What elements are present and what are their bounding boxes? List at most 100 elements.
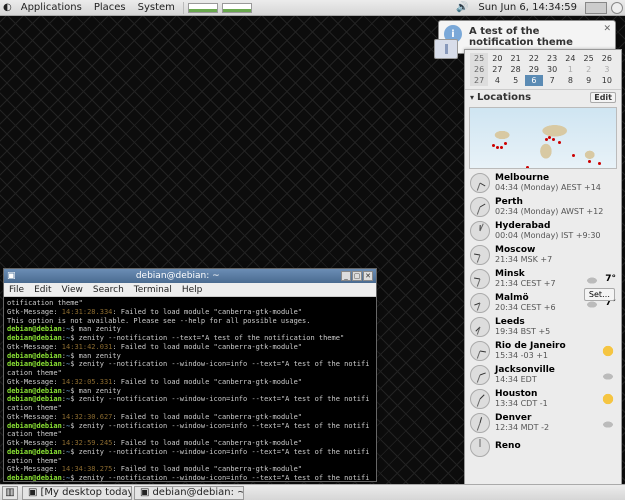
terminal-menu-search[interactable]: Search	[88, 283, 129, 296]
volume-icon[interactable]: 🔊	[456, 2, 468, 14]
calendar-cell[interactable]: 25	[580, 53, 598, 64]
calendar-cell[interactable]: 21	[507, 53, 525, 64]
location-text: Reno	[495, 442, 616, 452]
location-time: 12:34 MDT -2	[495, 424, 595, 433]
location-time: 04:34 (Monday) AEST +14	[495, 184, 616, 193]
location-list: Melbourne04:34 (Monday) AEST +14 Perth02:…	[465, 171, 621, 488]
menu-system[interactable]: System	[132, 0, 181, 15]
calendar-cell[interactable]: 7	[543, 75, 561, 86]
calendar-cell[interactable]: 9	[580, 75, 598, 86]
calendar-cell[interactable]: 20	[488, 53, 506, 64]
clock-face-icon	[470, 221, 490, 241]
map-location-dot[interactable]	[552, 138, 555, 141]
calendar-cell[interactable]: 29	[525, 64, 543, 75]
clock-face-icon	[470, 437, 490, 457]
system-monitor-applet-2[interactable]	[222, 3, 252, 13]
edit-locations-button[interactable]: Edit	[590, 92, 616, 103]
location-row[interactable]: Moscow21:34 MSK +7	[465, 243, 621, 267]
system-monitor-applet[interactable]	[188, 3, 218, 13]
taskbar-item[interactable]: ▣[My desktop today - Mu…	[22, 486, 132, 500]
map-location-dot[interactable]	[500, 146, 503, 149]
calendar-cell[interactable]: 24	[561, 53, 579, 64]
map-location-dot[interactable]	[548, 136, 551, 139]
location-text: Perth02:34 (Monday) AWST +12	[495, 198, 616, 217]
calendar-cell[interactable]: 27	[470, 75, 488, 86]
map-location-dot[interactable]	[588, 160, 591, 163]
calendar-cell[interactable]: 26	[598, 53, 616, 64]
location-row[interactable]: Hyderabad00:04 (Monday) IST +9:30	[465, 219, 621, 243]
terminal-menu-view[interactable]: View	[57, 283, 88, 296]
location-text: Houston13:34 CDT -1	[495, 390, 595, 409]
map-location-dot[interactable]	[496, 146, 499, 149]
menu-applications[interactable]: Applications	[15, 0, 88, 15]
location-time: 21:34 MSK +7	[495, 256, 616, 265]
terminal-menu-file[interactable]: File	[4, 283, 29, 296]
map-location-dot[interactable]	[530, 168, 533, 169]
maximize-button[interactable]: ▢	[352, 271, 362, 281]
calendar[interactable]: 252021222324252626272829301232745678910	[465, 50, 621, 89]
calendar-cell[interactable]: 6	[525, 75, 543, 86]
taskbar-item[interactable]: ▣debian@debian: ~	[134, 486, 244, 500]
close-button[interactable]: ✕	[363, 271, 373, 281]
map-location-dot[interactable]	[558, 141, 561, 144]
calendar-cell[interactable]: 3	[598, 64, 616, 75]
close-icon[interactable]: ✕	[603, 24, 611, 34]
location-row[interactable]: Perth02:34 (Monday) AWST +12	[465, 195, 621, 219]
map-location-dot[interactable]	[492, 144, 495, 147]
calendar-cell[interactable]: 5	[507, 75, 525, 86]
location-row[interactable]: Rio de Janeiro15:34 -03 +1	[465, 339, 621, 363]
calendar-cell[interactable]: 23	[543, 53, 561, 64]
notification-title: A test of the notification theme	[469, 26, 573, 48]
calendar-cell[interactable]: 2	[580, 64, 598, 75]
location-time: 00:04 (Monday) IST +9:30	[495, 232, 616, 241]
window-titlebar[interactable]: ▣ debian@debian: ~ _ ▢ ✕	[4, 269, 376, 283]
map-location-dot[interactable]	[572, 154, 575, 157]
calendar-cell[interactable]: 1	[561, 64, 579, 75]
gnome-foot-icon: ◐	[0, 2, 15, 13]
terminal-menu-help[interactable]: Help	[177, 283, 208, 296]
clock-applet[interactable]: Sun Jun 6, 14:34:59	[472, 2, 583, 13]
calendar-cell[interactable]: 30	[543, 64, 561, 75]
calendar-cell[interactable]: 8	[561, 75, 579, 86]
clock-face-icon	[470, 317, 490, 337]
clock-face-icon	[470, 365, 490, 385]
calendar-cell[interactable]: 26	[470, 64, 488, 75]
map-location-dot[interactable]	[504, 142, 507, 145]
weather-sun-icon	[600, 343, 616, 359]
calendar-cell[interactable]: 28	[507, 64, 525, 75]
location-time: 14:34 EDT	[495, 376, 595, 385]
location-row[interactable]: Denver12:34 MDT -2	[465, 411, 621, 435]
location-row[interactable]: Jacksonville14:34 EDT	[465, 363, 621, 387]
terminal-output[interactable]: otification theme" Gtk-Message: 14:31:28…	[4, 297, 376, 481]
clock-face-icon	[470, 269, 490, 289]
location-row[interactable]: Leeds19:34 BST +5	[465, 315, 621, 339]
temperature: 7°	[605, 274, 616, 284]
world-map[interactable]	[469, 107, 617, 169]
show-desktop-button[interactable]: ▥	[2, 486, 18, 500]
calendar-cell[interactable]: 10	[598, 75, 616, 86]
workspace-pager[interactable]	[585, 2, 607, 14]
menu-places[interactable]: Places	[88, 0, 132, 15]
location-row[interactable]: Melbourne04:34 (Monday) AEST +14	[465, 171, 621, 195]
location-row[interactable]: Houston13:34 CDT -1	[465, 387, 621, 411]
location-name: Reno	[495, 442, 616, 452]
location-row[interactable]: Reno	[465, 435, 621, 459]
terminal-menu-edit[interactable]: Edit	[29, 283, 56, 296]
map-location-dot[interactable]	[526, 166, 529, 169]
map-location-dot[interactable]	[598, 162, 601, 165]
calendar-cell[interactable]: 4	[488, 75, 506, 86]
clock-face-icon	[470, 197, 490, 217]
top-panel: ◐ Applications Places System 🔊 Sun Jun 6…	[0, 0, 625, 16]
locations-header[interactable]: ▾ Locations Edit	[465, 89, 621, 105]
terminal-menu-terminal[interactable]: Terminal	[129, 283, 177, 296]
calendar-cell[interactable]: 22	[525, 53, 543, 64]
set-button[interactable]: Set…	[584, 288, 615, 301]
location-time: 19:34 BST +5	[495, 328, 616, 337]
minimize-button[interactable]: _	[341, 271, 351, 281]
calendar-cell[interactable]: 27	[488, 64, 506, 75]
window-icon: ▣	[7, 271, 16, 281]
calendar-cell[interactable]: 25	[470, 53, 488, 64]
clock-face-icon	[470, 413, 490, 433]
panel-round-button[interactable]	[611, 2, 623, 14]
map-location-dot[interactable]	[545, 138, 548, 141]
